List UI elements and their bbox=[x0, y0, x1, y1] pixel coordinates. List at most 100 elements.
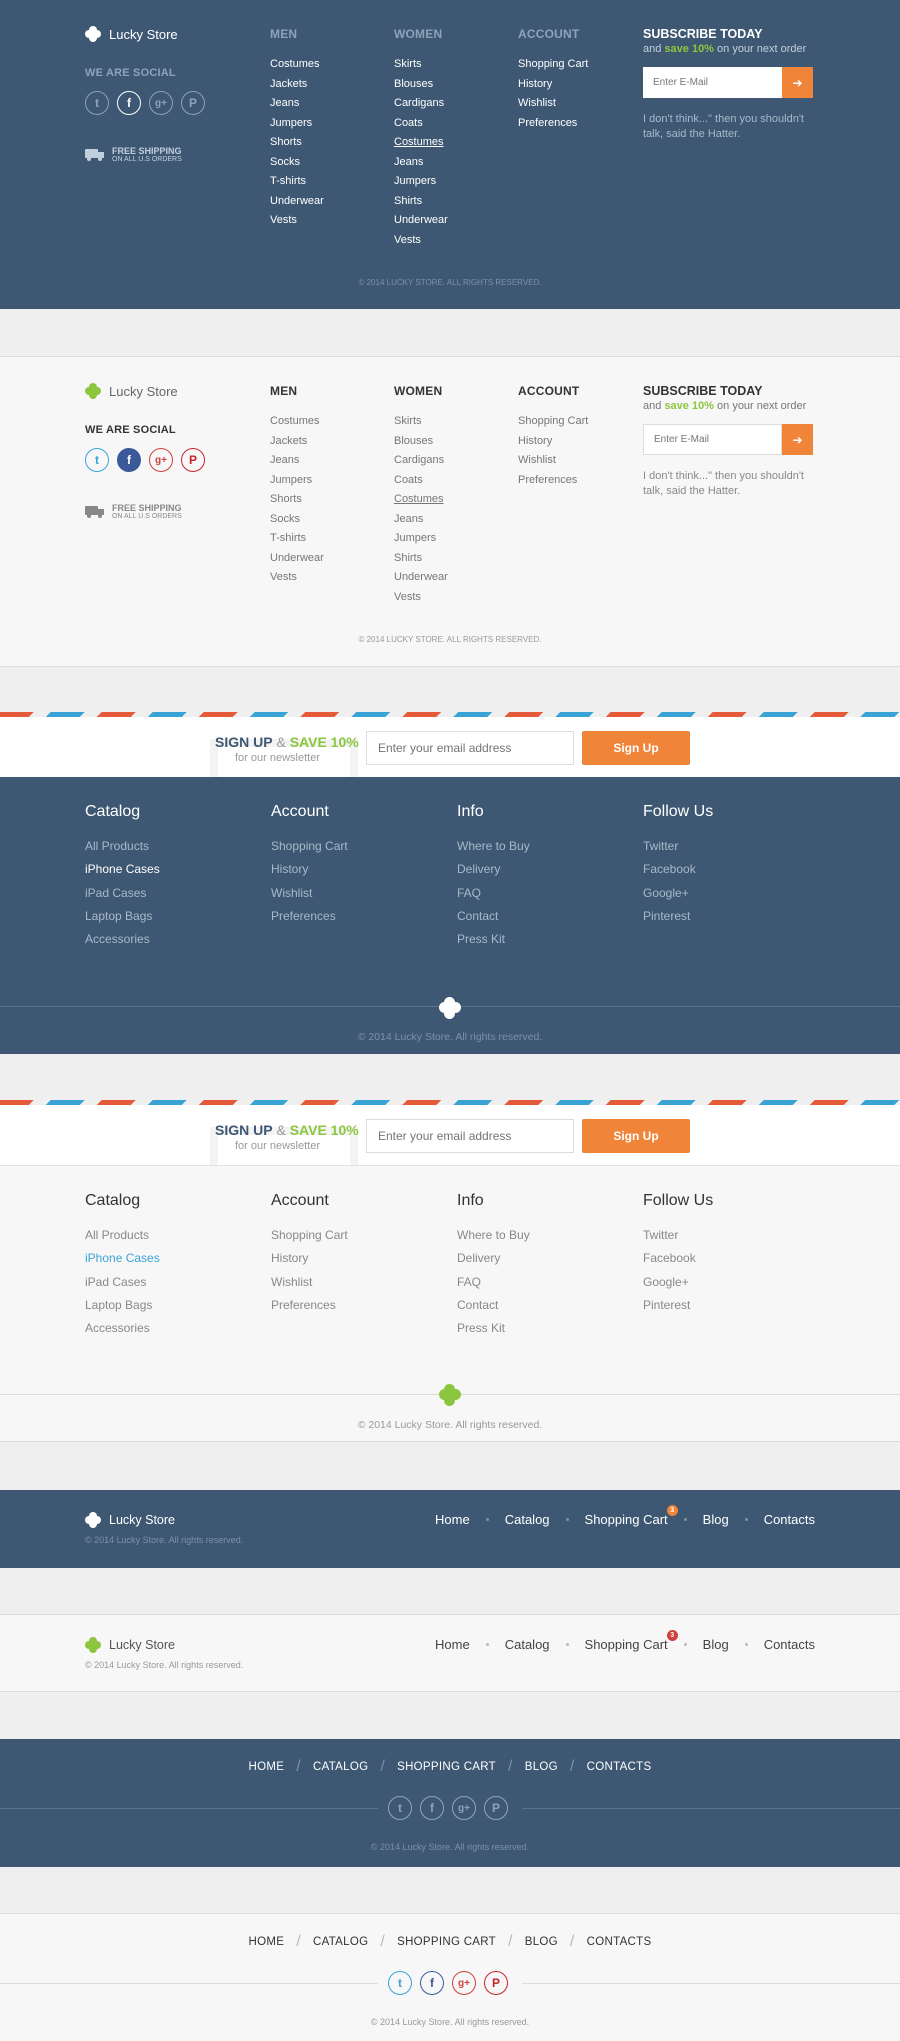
pinterest-icon[interactable]: P bbox=[181, 448, 205, 472]
men-link[interactable]: Jackets bbox=[270, 432, 324, 452]
brand-logo[interactable]: Lucky Store bbox=[85, 1637, 175, 1653]
follow-link[interactable]: Pinterest bbox=[643, 1294, 696, 1317]
catalog-link[interactable]: Accessories bbox=[85, 1317, 160, 1340]
facebook-icon[interactable]: f bbox=[117, 91, 141, 115]
nav-contacts[interactable]: Contacts bbox=[764, 1637, 815, 1652]
twitter-icon[interactable]: t bbox=[388, 1796, 412, 1820]
account-link[interactable]: Shopping Cart bbox=[271, 1224, 348, 1247]
catalog-link[interactable]: iPhone Cases bbox=[85, 1247, 160, 1270]
nav-shopping-cart[interactable]: Shopping Cart 3 bbox=[585, 1505, 678, 1527]
nav-shopping-cart[interactable]: SHOPPING CART bbox=[397, 1936, 496, 1948]
women-link[interactable]: Underwear bbox=[394, 568, 448, 588]
follow-link[interactable]: Twitter bbox=[643, 835, 696, 858]
brand-logo[interactable]: Lucky Store bbox=[85, 26, 178, 42]
nav-contacts[interactable]: CONTACTS bbox=[587, 1761, 652, 1773]
twitter-icon[interactable]: t bbox=[85, 91, 109, 115]
nav-catalog[interactable]: CATALOG bbox=[313, 1936, 368, 1948]
women-link[interactable]: Jumpers bbox=[394, 172, 448, 192]
follow-link[interactable]: Pinterest bbox=[643, 905, 696, 928]
nav-blog[interactable]: BLOG bbox=[525, 1936, 558, 1948]
men-link[interactable]: Shorts bbox=[270, 133, 324, 153]
women-link[interactable]: Cardigans bbox=[394, 451, 448, 471]
pinterest-icon[interactable]: P bbox=[181, 91, 205, 115]
catalog-link[interactable]: iPad Cases bbox=[85, 1271, 160, 1294]
nav-catalog[interactable]: Catalog bbox=[505, 1512, 550, 1527]
email-input[interactable] bbox=[643, 424, 782, 455]
brand-logo[interactable]: Lucky Store bbox=[85, 1512, 175, 1528]
follow-link[interactable]: Twitter bbox=[643, 1224, 696, 1247]
nav-catalog[interactable]: CATALOG bbox=[313, 1761, 368, 1773]
nav-blog[interactable]: BLOG bbox=[525, 1761, 558, 1773]
twitter-icon[interactable]: t bbox=[85, 448, 109, 472]
women-link[interactable]: Blouses bbox=[394, 75, 448, 95]
women-link[interactable]: Skirts bbox=[394, 55, 448, 75]
women-link[interactable]: Jumpers bbox=[394, 529, 448, 549]
info-link[interactable]: Contact bbox=[457, 1294, 530, 1317]
facebook-icon[interactable]: f bbox=[420, 1796, 444, 1820]
men-link[interactable]: Socks bbox=[270, 153, 324, 173]
account-link[interactable]: History bbox=[518, 432, 588, 452]
nav-home[interactable]: Home bbox=[435, 1512, 470, 1527]
women-link[interactable]: Vests bbox=[394, 231, 448, 251]
twitter-icon[interactable]: t bbox=[388, 1971, 412, 1995]
sign-up-button[interactable]: Sign Up bbox=[582, 1119, 690, 1153]
email-input[interactable] bbox=[643, 67, 782, 98]
men-link[interactable]: Socks bbox=[270, 510, 324, 530]
men-link[interactable]: Jackets bbox=[270, 75, 324, 95]
account-link[interactable]: Shopping Cart bbox=[271, 835, 348, 858]
catalog-link[interactable]: All Products bbox=[85, 835, 160, 858]
men-link[interactable]: T-shirts bbox=[270, 529, 324, 549]
follow-link[interactable]: Facebook bbox=[643, 858, 696, 881]
catalog-link[interactable]: Laptop Bags bbox=[85, 905, 160, 928]
nav-home[interactable]: HOME bbox=[249, 1936, 285, 1948]
pinterest-icon[interactable]: P bbox=[484, 1971, 508, 1995]
catalog-link[interactable]: iPhone Cases bbox=[85, 858, 160, 881]
women-link[interactable]: Vests bbox=[394, 588, 448, 608]
women-link[interactable]: Costumes bbox=[394, 133, 448, 153]
info-link[interactable]: Delivery bbox=[457, 1247, 530, 1270]
account-link[interactable]: Preferences bbox=[518, 114, 588, 134]
arrow-right-icon[interactable]: ➔ bbox=[782, 424, 813, 455]
catalog-link[interactable]: iPad Cases bbox=[85, 882, 160, 905]
info-link[interactable]: FAQ bbox=[457, 882, 530, 905]
account-link[interactable]: History bbox=[271, 1247, 348, 1270]
nav-shopping-cart[interactable]: SHOPPING CART bbox=[397, 1761, 496, 1773]
account-link[interactable]: Preferences bbox=[271, 905, 348, 928]
men-link[interactable]: Vests bbox=[270, 568, 324, 588]
info-link[interactable]: FAQ bbox=[457, 1271, 530, 1294]
google-plus-icon[interactable]: g+ bbox=[149, 91, 173, 115]
nav-home[interactable]: Home bbox=[435, 1637, 470, 1652]
account-link[interactable]: Wishlist bbox=[271, 882, 348, 905]
catalog-link[interactable]: All Products bbox=[85, 1224, 160, 1247]
arrow-right-icon[interactable]: ➔ bbox=[782, 67, 813, 98]
google-plus-icon[interactable]: g+ bbox=[149, 448, 173, 472]
women-link[interactable]: Coats bbox=[394, 471, 448, 491]
women-link[interactable]: Coats bbox=[394, 114, 448, 134]
nav-contacts[interactable]: Contacts bbox=[764, 1512, 815, 1527]
account-link[interactable]: History bbox=[271, 858, 348, 881]
men-link[interactable]: Costumes bbox=[270, 412, 324, 432]
women-link[interactable]: Jeans bbox=[394, 510, 448, 530]
men-link[interactable]: T-shirts bbox=[270, 172, 324, 192]
pinterest-icon[interactable]: P bbox=[484, 1796, 508, 1820]
info-link[interactable]: Press Kit bbox=[457, 928, 530, 951]
men-link[interactable]: Shorts bbox=[270, 490, 324, 510]
men-link[interactable]: Jeans bbox=[270, 451, 324, 471]
men-link[interactable]: Jumpers bbox=[270, 471, 324, 491]
account-link[interactable]: Preferences bbox=[518, 471, 588, 491]
women-link[interactable]: Skirts bbox=[394, 412, 448, 432]
account-link[interactable]: History bbox=[518, 75, 588, 95]
women-link[interactable]: Underwear bbox=[394, 211, 448, 231]
account-link[interactable]: Shopping Cart bbox=[518, 55, 588, 75]
men-link[interactable]: Jeans bbox=[270, 94, 324, 114]
account-link[interactable]: Shopping Cart bbox=[518, 412, 588, 432]
women-link[interactable]: Shirts bbox=[394, 549, 448, 569]
nav-contacts[interactable]: CONTACTS bbox=[587, 1936, 652, 1948]
catalog-link[interactable]: Laptop Bags bbox=[85, 1294, 160, 1317]
account-link[interactable]: Wishlist bbox=[271, 1271, 348, 1294]
men-link[interactable]: Underwear bbox=[270, 192, 324, 212]
info-link[interactable]: Where to Buy bbox=[457, 1224, 530, 1247]
women-link[interactable]: Jeans bbox=[394, 153, 448, 173]
info-link[interactable]: Contact bbox=[457, 905, 530, 928]
account-link[interactable]: Wishlist bbox=[518, 451, 588, 471]
